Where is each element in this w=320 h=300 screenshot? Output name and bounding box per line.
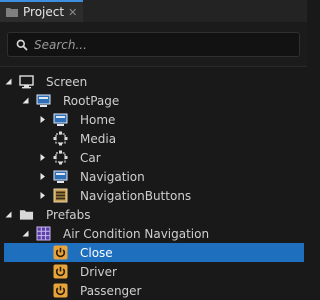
tree-row-media[interactable]: Media xyxy=(0,129,307,148)
tree-row-air-condition-navigation[interactable]: Air Condition Navigation xyxy=(0,224,307,243)
tree-item-label: Media xyxy=(80,131,117,146)
tree-row-rootpage[interactable]: RootPage xyxy=(0,91,307,110)
power-button-icon xyxy=(53,245,68,260)
tree-item-label: RootPage xyxy=(63,93,120,108)
tree-row-screen[interactable]: Screen xyxy=(0,72,307,91)
tab-project-label: Project xyxy=(23,5,65,19)
search-bar xyxy=(0,22,307,67)
tree-item-label: Passenger xyxy=(80,283,142,298)
collapse-arrow-icon[interactable] xyxy=(38,115,47,124)
collapse-arrow-icon[interactable] xyxy=(38,153,47,162)
tree-row-navigation[interactable]: Navigation xyxy=(0,167,307,186)
tree-row-driver[interactable]: Driver xyxy=(0,262,307,281)
tree-row-home[interactable]: Home xyxy=(0,110,307,129)
tree-row-navigationbuttons[interactable]: NavigationButtons xyxy=(0,186,307,205)
screen-icon xyxy=(19,74,34,89)
page-icon xyxy=(53,169,68,184)
search-box[interactable] xyxy=(7,32,300,57)
tree-item-label: Driver xyxy=(80,264,117,279)
tab-close-icon[interactable]: ✕ xyxy=(68,6,77,19)
list-icon xyxy=(53,188,68,203)
collapse-arrow-icon[interactable] xyxy=(38,191,47,200)
component-icon xyxy=(53,150,68,165)
tree-row-prefabs[interactable]: Prefabs xyxy=(0,205,307,224)
tree-item-label: Navigation xyxy=(80,169,145,184)
expand-arrow-icon[interactable] xyxy=(21,96,30,105)
expand-arrow-icon[interactable] xyxy=(4,210,13,219)
tree-item-label: Screen xyxy=(46,74,88,89)
tab-project[interactable]: Project ✕ xyxy=(0,0,83,22)
tree-item-label: Air Condition Navigation xyxy=(63,226,210,241)
tree-item-label: Home xyxy=(80,112,116,127)
expand-arrow-icon[interactable] xyxy=(21,229,30,238)
tree-row-close[interactable]: Close xyxy=(4,243,304,262)
component-icon xyxy=(53,131,68,146)
tree-item-label: Close xyxy=(80,245,113,260)
search-icon xyxy=(16,39,28,51)
expand-arrow-icon[interactable] xyxy=(4,77,13,86)
tab-bar: Project ✕ xyxy=(0,0,307,22)
tree-row-passenger[interactable]: Passenger xyxy=(0,281,307,300)
tree-item-label: Prefabs xyxy=(46,207,91,222)
project-icon xyxy=(5,6,19,18)
tree-item-label: Car xyxy=(80,150,101,165)
tree-row-car[interactable]: Car xyxy=(0,148,307,167)
page-icon xyxy=(53,112,68,127)
tree-item-label: NavigationButtons xyxy=(80,188,192,203)
power-button-icon xyxy=(53,283,68,298)
collapse-arrow-icon[interactable] xyxy=(38,172,47,181)
power-button-icon xyxy=(53,264,68,279)
search-input[interactable] xyxy=(34,37,274,52)
page-icon xyxy=(36,93,51,108)
folder-icon xyxy=(19,207,34,222)
grid-icon xyxy=(36,226,51,241)
